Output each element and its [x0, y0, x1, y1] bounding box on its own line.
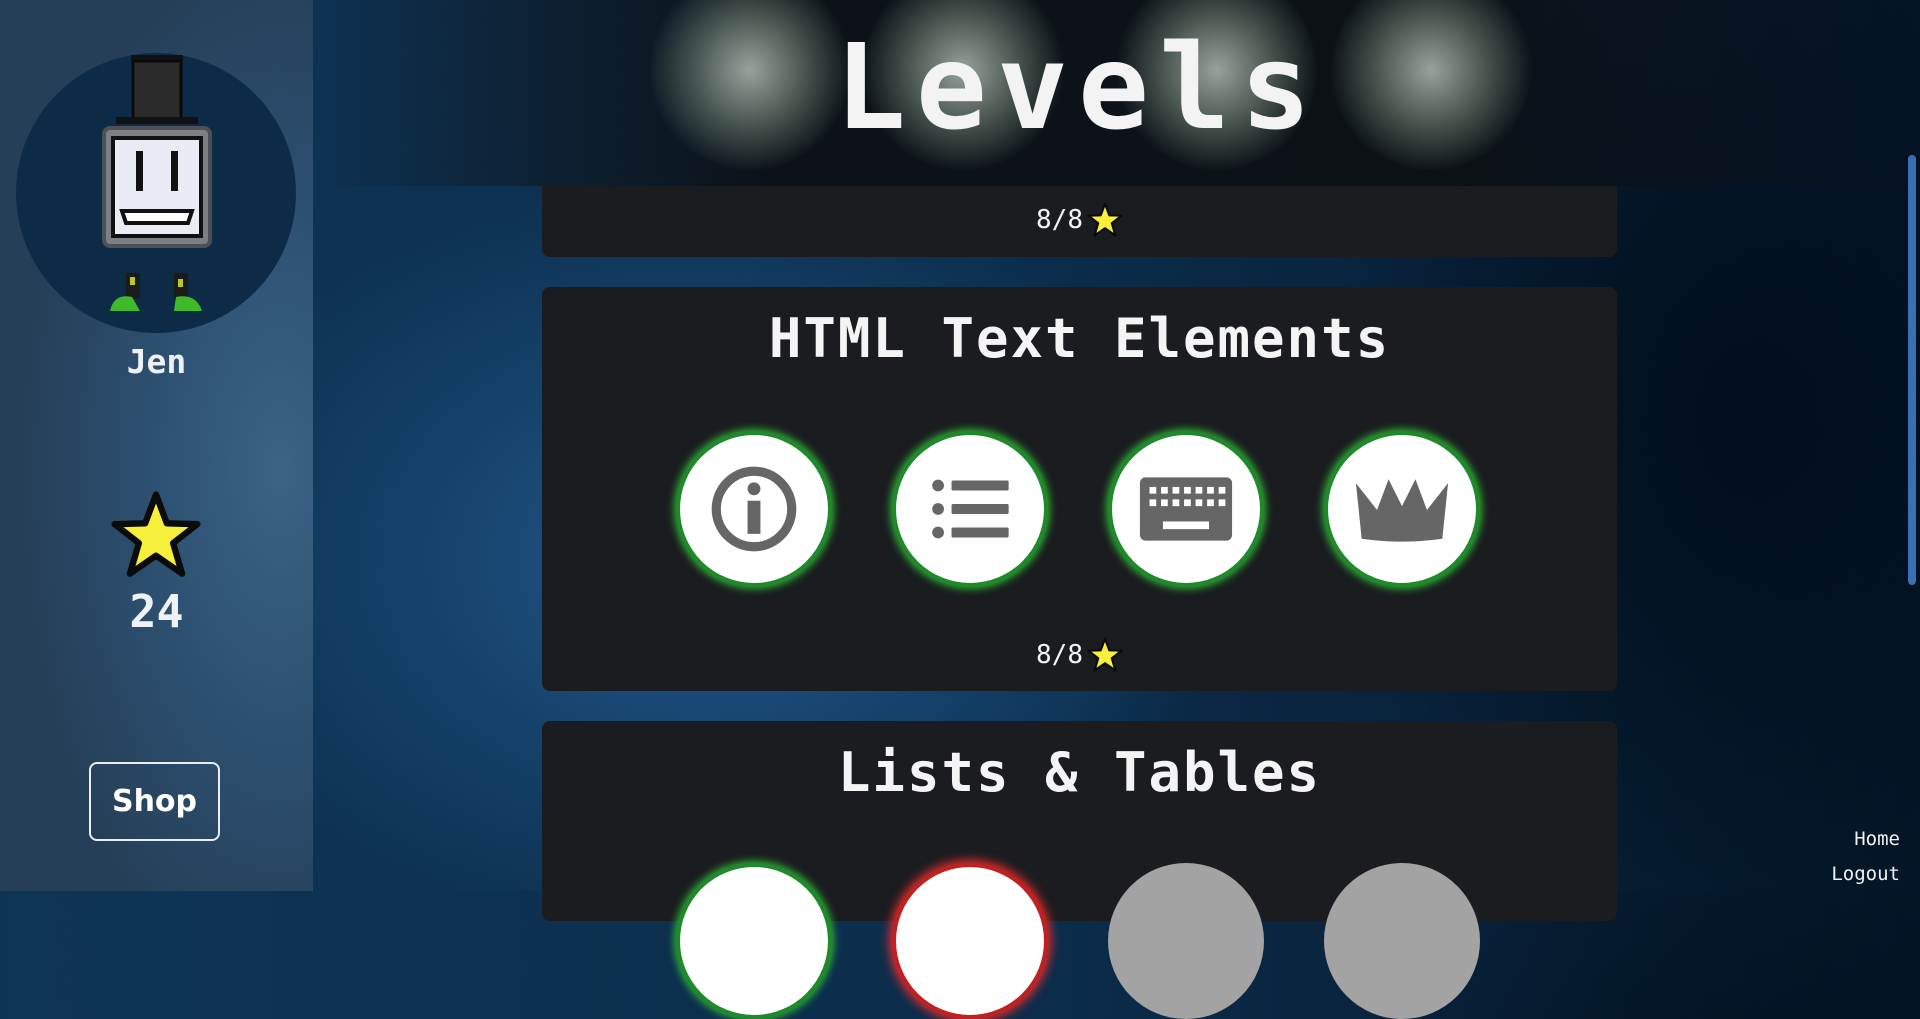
level-button[interactable]	[1324, 863, 1480, 1019]
section-score: 8/8	[542, 637, 1617, 673]
star-icon	[1087, 202, 1123, 237]
page-title: Levels	[834, 18, 1322, 156]
robot-avatar-icon	[102, 55, 212, 311]
crown-icon	[1355, 479, 1449, 542]
sidebar: Jen 24 Shop	[0, 0, 313, 891]
list-icon	[932, 479, 1009, 539]
logout-link[interactable]: Logout	[1831, 863, 1900, 885]
level-section: HTML Text Elements 8/8	[542, 287, 1617, 691]
level-button[interactable]	[676, 863, 832, 1019]
home-link[interactable]: Home	[1854, 828, 1900, 850]
star-icon	[1087, 637, 1123, 672]
level-button[interactable]	[1324, 431, 1480, 587]
username: Jen	[126, 342, 187, 381]
info-icon	[711, 466, 797, 552]
keyboard-icon	[1139, 477, 1233, 541]
score-text: 8/8	[1036, 205, 1083, 235]
star-icon	[111, 491, 201, 577]
level-button[interactable]	[676, 431, 832, 587]
level-section: Lists & Tables	[542, 721, 1617, 1019]
level-button[interactable]	[892, 863, 1048, 1019]
level-button[interactable]	[1108, 863, 1264, 1019]
avatar[interactable]	[16, 53, 296, 333]
level-button[interactable]	[892, 431, 1048, 587]
level-section: 8/8	[542, 186, 1617, 257]
header: Levels	[313, 0, 1920, 186]
level-button[interactable]	[1108, 431, 1264, 587]
section-title: HTML Text Elements	[768, 307, 1391, 370]
section-score: 8/8	[542, 202, 1617, 238]
score-text: 8/8	[1036, 640, 1083, 670]
star-count: 24	[129, 585, 184, 638]
scrollbar-thumb[interactable]	[1908, 155, 1916, 585]
section-title: Lists & Tables	[837, 741, 1322, 804]
shop-button[interactable]: Shop	[89, 762, 220, 841]
